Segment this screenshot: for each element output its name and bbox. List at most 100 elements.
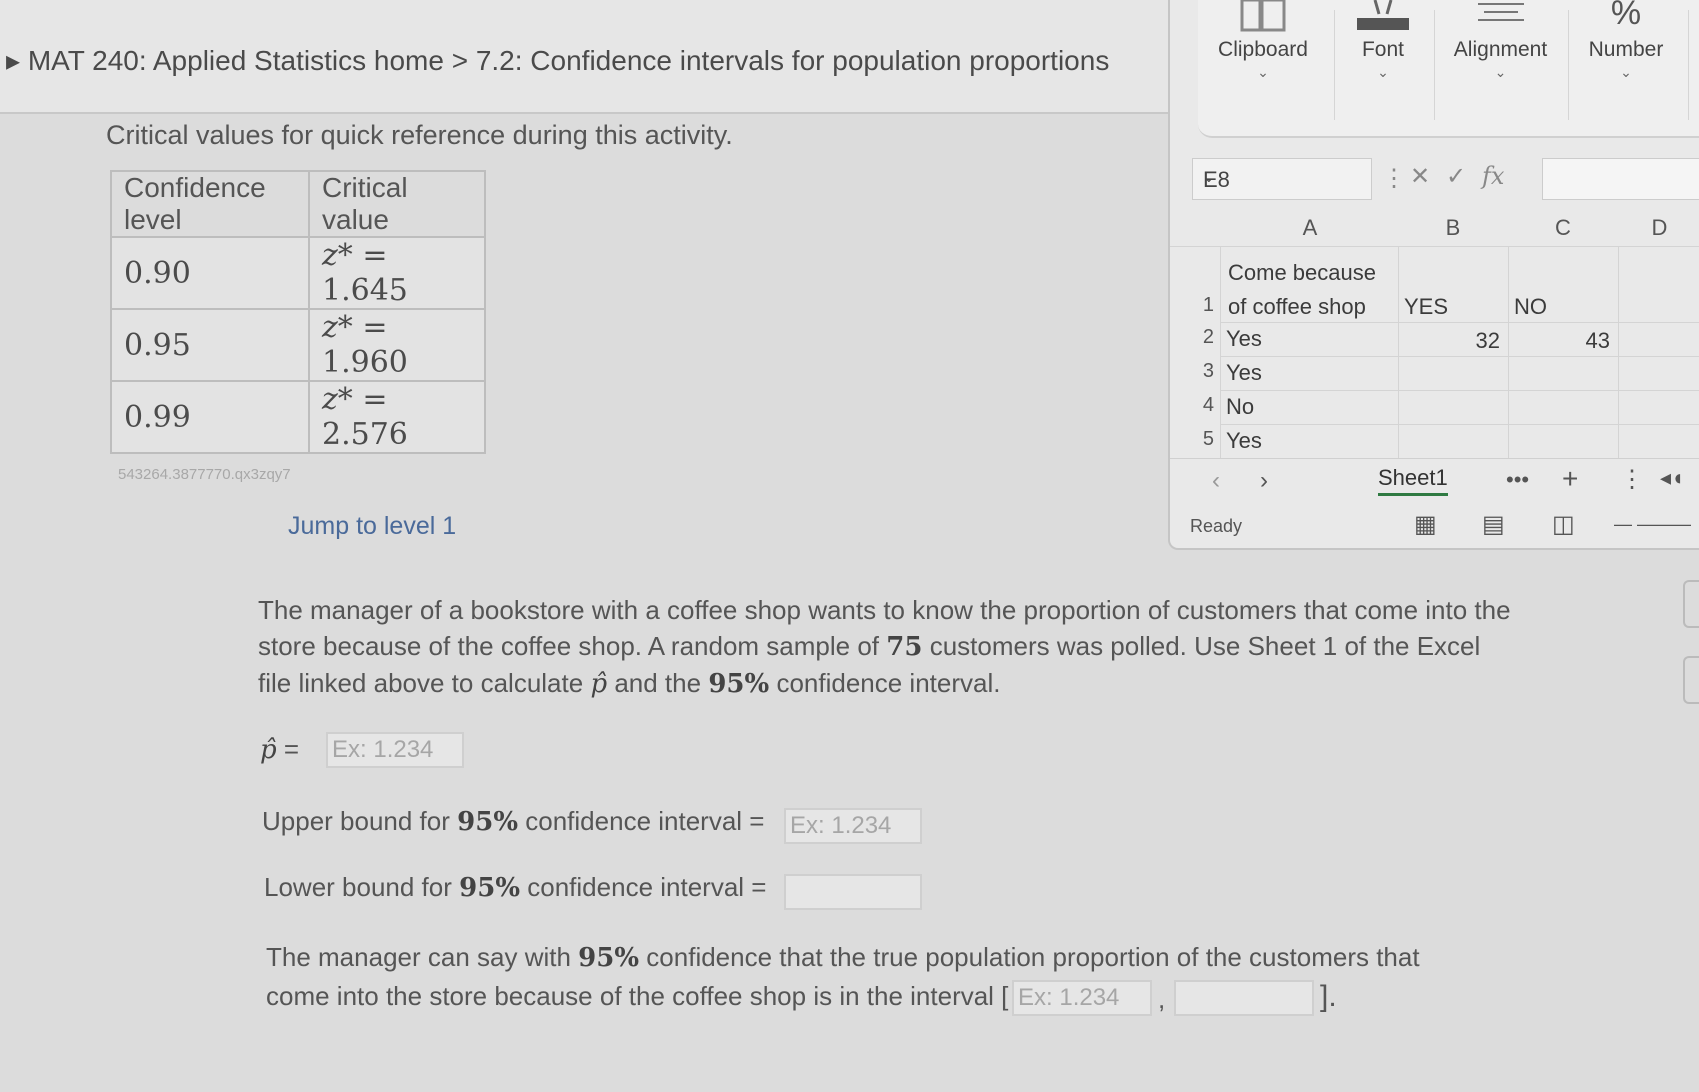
excel-window: Clipboard ⌄ Font ⌄ Alignment ⌄ % Number … — [1168, 0, 1699, 550]
cell-a2[interactable]: Yes — [1226, 326, 1262, 352]
chevron-down-icon: ⌄ — [1494, 64, 1507, 80]
column-header-c[interactable]: C — [1508, 210, 1618, 246]
confidence-level: 95% — [457, 807, 519, 837]
name-box[interactable]: E8 ⌄ — [1192, 158, 1372, 200]
upper-bound-input[interactable] — [784, 808, 922, 844]
interval-upper-input[interactable] — [1174, 980, 1314, 1016]
chevron-left-icon[interactable]: ‹ — [1212, 467, 1220, 495]
scroll-left-icon[interactable]: ◂◖ — [1660, 465, 1684, 491]
ribbon-divider — [1334, 10, 1335, 120]
cell-a4[interactable]: No — [1226, 394, 1254, 420]
cell-a1-line2[interactable]: of coffee shop — [1228, 294, 1366, 320]
question-part: confidence interval. — [776, 668, 1001, 698]
breadcrumb: ▸ MAT 240: Applied Statistics home > 7.2… — [6, 44, 1109, 77]
interval-lower-input[interactable] — [1012, 980, 1152, 1016]
critical-values-table: Confidence level Critical value 0.90 z* … — [110, 170, 486, 454]
cell-a5[interactable]: Yes — [1226, 428, 1262, 454]
z-star-label: z* — [322, 310, 353, 345]
grid-line — [1220, 390, 1699, 391]
alignment-icon — [1476, 0, 1526, 36]
chevron-down-icon: ⌄ — [1620, 64, 1632, 80]
ribbon-font-group[interactable]: Font ⌄ — [1338, 0, 1428, 120]
cell-a1-line1[interactable]: Come because — [1228, 260, 1376, 286]
formula-bar-input[interactable] — [1542, 158, 1699, 200]
critical-value-cell: z* = 1.960 — [308, 308, 486, 382]
equals-sign: = — [362, 310, 388, 345]
row-header[interactable]: 4 — [1188, 394, 1214, 417]
ribbon-divider — [1434, 10, 1435, 120]
critical-values-caption: Critical values for quick reference duri… — [106, 120, 733, 150]
check-icon[interactable]: ✓ — [1446, 162, 1466, 191]
grid-line — [1398, 246, 1399, 458]
sheet-tabs-bar: ‹ › Sheet1 ••• + ⋮ ◂◖ — [1170, 458, 1699, 505]
ribbon-number-group[interactable]: % Number ⌄ — [1570, 0, 1682, 120]
normal-view-icon[interactable]: ▦ — [1414, 510, 1437, 539]
confidence-level-cell: 0.99 — [110, 380, 310, 454]
equals-sign: = — [362, 238, 388, 273]
cell-c1[interactable]: NO — [1514, 294, 1547, 320]
edge-control[interactable] — [1683, 580, 1699, 628]
grid-line — [1618, 246, 1619, 458]
table-row: 0.95 z* = 1.960 — [110, 308, 486, 382]
font-color-icon — [1353, 0, 1413, 40]
clipboard-icon — [1238, 0, 1288, 40]
row-header[interactable]: 1 — [1188, 294, 1214, 317]
ribbon-clipboard-group[interactable]: Clipboard ⌄ — [1198, 0, 1328, 120]
confidence-level: 95% — [708, 669, 770, 699]
activity-id: 543264.3877770.qx3zqy7 — [118, 466, 291, 483]
more-options-icon[interactable]: ⋮ — [1382, 164, 1406, 193]
ribbon-alignment-group[interactable]: Alignment ⌄ — [1438, 0, 1563, 120]
label-part: confidence interval = — [527, 872, 767, 902]
cancel-icon[interactable]: ✕ — [1410, 162, 1430, 191]
sheet-tab-sheet1[interactable]: Sheet1 — [1378, 465, 1448, 496]
equals-sign: = — [362, 382, 388, 417]
more-options-icon[interactable]: ⋮ — [1620, 465, 1644, 494]
critical-value: 1.960 — [322, 345, 408, 380]
statement-part: The manager can say with — [266, 942, 571, 972]
more-sheets-icon[interactable]: ••• — [1506, 467, 1529, 493]
jump-to-level-link[interactable]: Jump to level 1 — [288, 512, 456, 541]
label-part: Lower bound for — [264, 872, 452, 902]
page-layout-icon[interactable]: ▤ — [1482, 510, 1505, 539]
cell-b2[interactable]: 32 — [1470, 328, 1500, 354]
percent-icon: % — [1610, 0, 1642, 32]
cell-b1[interactable]: YES — [1404, 294, 1448, 320]
cell-c2[interactable]: 43 — [1580, 328, 1610, 354]
label-part: Upper bound for — [262, 806, 450, 836]
column-header-b[interactable]: B — [1398, 210, 1508, 246]
edge-control[interactable] — [1683, 656, 1699, 704]
p-hat-symbol: p̂ — [260, 735, 277, 765]
z-star-label: z* — [322, 238, 353, 273]
row-header[interactable]: 5 — [1188, 428, 1214, 451]
column-header-a[interactable]: A — [1222, 210, 1398, 246]
status-bar: Ready ▦ ▤ ◫ — ——— — [1170, 506, 1699, 546]
chevron-right-icon[interactable]: › — [1260, 467, 1268, 495]
confidence-level-cell: 0.95 — [110, 308, 310, 382]
ribbon-divider — [1568, 10, 1569, 120]
page-break-icon[interactable]: ◫ — [1552, 510, 1575, 539]
cell-a3[interactable]: Yes — [1226, 360, 1262, 386]
lower-bound-input[interactable] — [784, 874, 922, 910]
p-hat-symbol: p̂ — [590, 669, 608, 699]
table-row: 0.99 z* = 2.576 — [110, 380, 486, 454]
header-critical-value: Critical value — [308, 170, 486, 238]
table-row: 0.90 z* = 1.645 — [110, 236, 486, 310]
grid-line — [1220, 246, 1221, 458]
confidence-level: 95% — [459, 873, 521, 903]
excel-ribbon: Clipboard ⌄ Font ⌄ Alignment ⌄ % Number … — [1198, 0, 1699, 138]
function-icon[interactable]: fx — [1482, 162, 1504, 190]
grid-line — [1508, 246, 1509, 458]
ribbon-clipboard-label: Clipboard — [1218, 38, 1308, 61]
column-header-d[interactable]: D — [1618, 210, 1699, 246]
confidence-level: 95% — [578, 943, 640, 973]
zoom-slider[interactable]: — ——— — [1614, 514, 1691, 535]
chevron-down-icon: ⌄ — [1203, 169, 1215, 185]
critical-value: 1.645 — [322, 273, 408, 308]
row-header[interactable]: 3 — [1188, 360, 1214, 383]
breadcrumb-course-link[interactable]: MAT 240: Applied Statistics home — [28, 45, 444, 76]
row-header[interactable]: 2 — [1188, 326, 1214, 349]
interval-close-bracket: ]. — [1320, 980, 1337, 1013]
p-hat-label: p̂ = — [260, 734, 299, 765]
p-hat-input[interactable] — [326, 732, 464, 768]
add-sheet-icon[interactable]: + — [1562, 463, 1578, 495]
